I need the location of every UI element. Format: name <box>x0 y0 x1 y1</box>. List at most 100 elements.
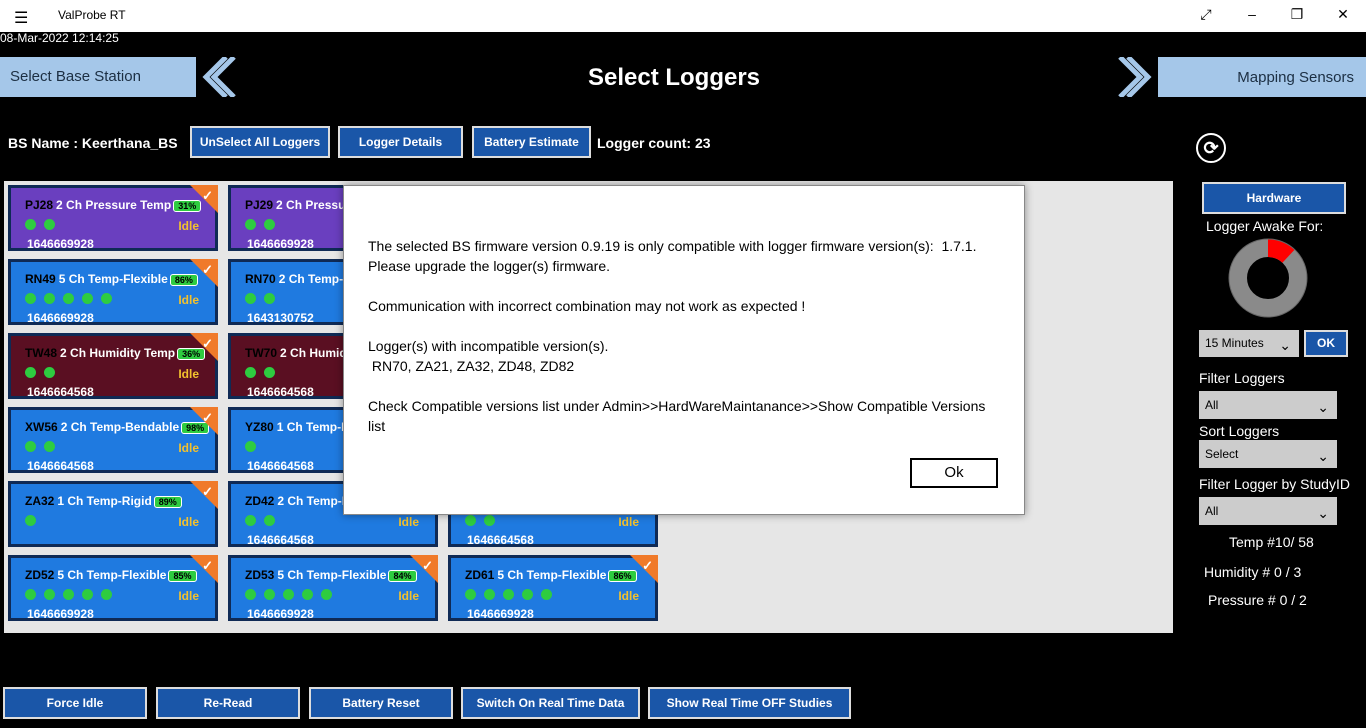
logger-id: ZD52 <box>25 568 55 582</box>
hamburger-menu-icon[interactable]: ☰ <box>14 8 28 28</box>
logger-id: XW56 <box>25 420 58 434</box>
channel-dot <box>44 367 55 378</box>
re-read-button[interactable]: Re-Read <box>156 687 300 719</box>
logger-card[interactable]: ZD52 5 Ch Temp-Flexible 85% Idle 1646669928 ✓ <box>8 555 218 621</box>
battery-reset-button[interactable]: Battery Reset <box>309 687 453 719</box>
pressure-count: Pressure # 0 / 2 <box>1208 592 1307 608</box>
channel-dot <box>25 219 36 230</box>
logger-timestamp: 1646669928 <box>247 607 314 621</box>
channel-dots <box>245 515 283 529</box>
channel-dot <box>25 441 36 452</box>
channel-dot <box>245 219 256 230</box>
channel-dots <box>25 589 120 603</box>
sort-loggers-label: Sort Loggers <box>1199 423 1280 439</box>
channel-dot <box>101 589 112 600</box>
channel-dot <box>245 441 256 452</box>
channel-dots <box>25 367 63 381</box>
logger-card[interactable]: RN49 5 Ch Temp-Flexible 86% Idle 1646669928 ✓ <box>8 259 218 325</box>
filter-loggers-select[interactable]: All ⌄ <box>1199 391 1337 419</box>
logger-timestamp: 1646669928 <box>27 237 94 251</box>
channel-dot <box>264 515 275 526</box>
chevron-down-icon: ⌄ <box>1317 505 1329 521</box>
check-icon: ✓ <box>202 558 213 573</box>
channel-dots <box>245 219 283 233</box>
logger-timestamp: 1646664568 <box>247 459 314 473</box>
logger-status: Idle <box>178 219 199 233</box>
channel-dot <box>245 515 256 526</box>
sort-loggers-value: Select <box>1205 447 1239 461</box>
filter-loggers-value: All <box>1205 398 1219 412</box>
channel-dot <box>44 441 55 452</box>
logger-card[interactable]: TW48 2 Ch Humidity Temp 36% Idle 1646664568 ✓ <box>8 333 218 399</box>
logger-id: RN49 <box>25 272 56 286</box>
channel-dot <box>44 293 55 304</box>
logger-card[interactable]: XW56 2 Ch Temp-Bendable 98% Idle 1646664568 ✓ <box>8 407 218 473</box>
refresh-icon[interactable]: ⟳ <box>1196 133 1226 163</box>
awake-ok-button[interactable]: OK <box>1304 330 1348 357</box>
logger-card[interactable]: PJ28 2 Ch Pressure Temp 31% Idle 1646669928 ✓ <box>8 185 218 251</box>
sort-loggers-select[interactable]: Select ⌄ <box>1199 440 1337 468</box>
logger-id: ZD53 <box>245 568 275 582</box>
force-idle-button[interactable]: Force Idle <box>3 687 147 719</box>
channel-dots <box>245 293 283 307</box>
datetime: 08-Mar-2022 12:14:25 <box>0 31 119 45</box>
dialog-incompatible-text: Logger(s) with incompatible version(s). … <box>368 338 609 374</box>
chevron-down-icon: ⌄ <box>1279 337 1291 353</box>
logger-card[interactable]: ZA32 1 Ch Temp-Rigid 89% Idle ✓ <box>8 481 218 547</box>
logger-status: Idle <box>398 589 419 603</box>
hardware-button[interactable]: Hardware <box>1202 182 1346 214</box>
channel-dots <box>25 441 63 455</box>
channel-dot <box>44 589 55 600</box>
logger-id: PJ28 <box>25 198 54 212</box>
restore-icon[interactable]: ❐ <box>1287 6 1307 23</box>
close-icon[interactable]: ✕ <box>1333 6 1353 23</box>
logger-timestamp: 1643130752 <box>247 311 314 325</box>
logger-count: Logger count: 23 <box>597 135 711 151</box>
mapping-sensors-nav[interactable]: Mapping Sensors <box>1118 57 1366 97</box>
logger-status: Idle <box>178 515 199 529</box>
channel-dot <box>245 293 256 304</box>
bs-name: BS Name : Keerthana_BS <box>8 135 178 151</box>
channel-dot <box>44 219 55 230</box>
logger-timestamp: 1646669928 <box>27 311 94 325</box>
logger-description: 5 Ch Temp-Flexible <box>58 272 168 286</box>
logger-description: 2 Ch Humidity Temp <box>60 346 176 360</box>
check-icon: ✓ <box>202 410 213 425</box>
logger-status: Idle <box>398 515 419 529</box>
channel-dot <box>63 293 74 304</box>
channel-dot <box>503 589 514 600</box>
logger-description: 1 Ch Temp-R <box>276 420 350 434</box>
channel-dot <box>541 589 552 600</box>
check-icon: ✓ <box>642 558 653 573</box>
battery-estimate-button[interactable]: Battery Estimate <box>472 126 591 158</box>
filter-study-value: All <box>1205 504 1219 518</box>
filter-study-label: Filter Logger by StudyID <box>1199 476 1350 492</box>
logger-card[interactable]: ZD53 5 Ch Temp-Flexible 84% Idle 1646669928 ✓ <box>228 555 438 621</box>
battery-indicator: 89% <box>153 496 182 508</box>
dialog-ok-button[interactable]: Ok <box>910 458 998 488</box>
app-title: ValProbe RT <box>58 8 126 22</box>
fullscreen-icon[interactable]: ⤢ <box>1196 6 1216 23</box>
filter-study-select[interactable]: All ⌄ <box>1199 497 1337 525</box>
awake-duration-select[interactable]: 15 Minutes ⌄ <box>1199 330 1299 357</box>
logger-details-button[interactable]: Logger Details <box>338 126 463 158</box>
check-icon: ✓ <box>202 484 213 499</box>
channel-dots <box>245 367 283 381</box>
channel-dot <box>101 293 112 304</box>
logger-timestamp: 1646669928 <box>247 237 314 251</box>
logger-awake-label: Logger Awake For: <box>1206 218 1324 234</box>
realtime-on-button[interactable]: Switch On Real Time Data <box>461 687 640 719</box>
logger-status: Idle <box>618 589 639 603</box>
logger-card[interactable]: ZD61 5 Ch Temp-Flexible 86% Idle 1646669928 ✓ <box>448 555 658 621</box>
awake-duration-value: 15 Minutes <box>1205 336 1264 350</box>
channel-dot <box>25 515 36 526</box>
unselect-all-button[interactable]: UnSelect All Loggers <box>190 126 330 158</box>
realtime-off-studies-button[interactable]: Show Real Time OFF Studies <box>648 687 851 719</box>
logger-timestamp: 1646664568 <box>247 533 314 547</box>
firmware-warning-dialog: The selected BS firmware version 0.9.19 … <box>343 185 1025 515</box>
check-icon: ✓ <box>422 558 433 573</box>
channel-dot <box>264 367 275 378</box>
channel-dot <box>484 515 495 526</box>
awake-donut <box>1228 238 1308 318</box>
minimize-icon[interactable]: – <box>1242 6 1262 22</box>
